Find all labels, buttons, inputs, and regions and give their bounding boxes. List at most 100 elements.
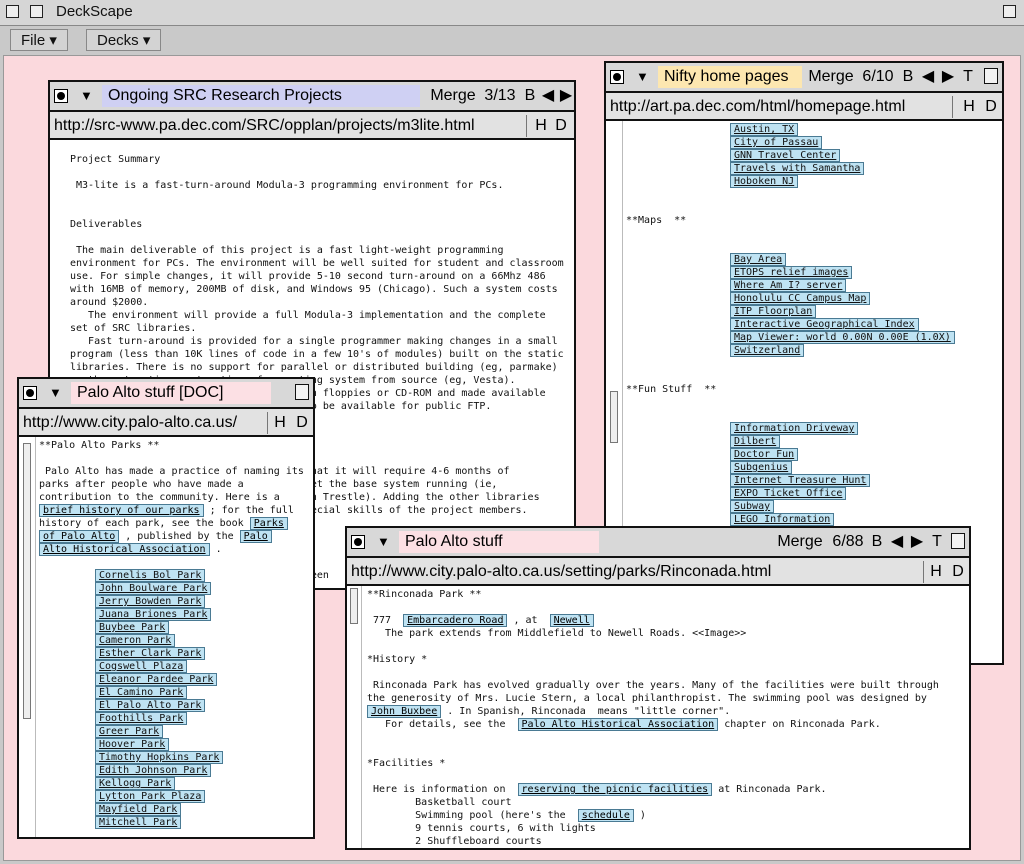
park-link[interactable]: Eleanor Pardee Park <box>95 673 218 686</box>
bookmark-button[interactable]: B <box>869 531 885 553</box>
link[interactable]: Embarcadero Road <box>403 614 508 627</box>
deck-title[interactable]: Palo Alto stuff [DOC] <box>71 382 271 404</box>
forward-arrow-icon[interactable]: ▶ <box>909 531 925 553</box>
link[interactable]: Subgenius <box>730 461 793 474</box>
link[interactable]: ITP Floorplan <box>730 305 817 318</box>
scrollbar-thumb[interactable] <box>610 391 618 443</box>
window-maximize-button[interactable] <box>1003 5 1016 18</box>
link[interactable]: Where Am I? server <box>730 279 847 292</box>
back-arrow-icon[interactable]: ◀ <box>920 66 936 88</box>
link[interactable]: Newell <box>549 614 594 627</box>
home-button[interactable]: H <box>271 412 289 434</box>
link[interactable]: LEGO Information <box>730 513 835 526</box>
merge-button[interactable]: Merge <box>804 66 858 88</box>
home-button[interactable]: H <box>532 115 550 137</box>
back-arrow-icon[interactable]: ◀ <box>889 531 905 553</box>
link[interactable]: Bay Area <box>730 253 787 266</box>
forward-arrow-icon[interactable]: ▶ <box>940 66 956 88</box>
link[interactable]: Dilbert <box>730 435 781 448</box>
link[interactable]: John Buxbee <box>367 705 442 718</box>
park-link[interactable]: Jerry Bowden Park <box>95 595 206 608</box>
expand-icon[interactable] <box>951 533 965 549</box>
expand-icon[interactable] <box>295 384 309 400</box>
deck-title[interactable]: Ongoing SRC Research Projects <box>102 85 420 107</box>
merge-button[interactable]: Merge <box>773 531 827 553</box>
deck-title[interactable]: Palo Alto stuff <box>399 531 599 553</box>
park-link[interactable]: Cornelis Bol Park <box>95 569 206 582</box>
park-link[interactable]: Greer Park <box>95 725 164 738</box>
park-link[interactable]: Edith Johnson Park <box>95 764 212 777</box>
link[interactable]: Honolulu CC Campus Map <box>730 292 871 305</box>
scrollbar[interactable] <box>19 437 36 837</box>
park-link[interactable]: Cameron Park <box>95 634 176 647</box>
url-field[interactable]: http://src-www.pa.dec.com/SRC/opplan/pro… <box>54 115 527 137</box>
back-arrow-icon[interactable]: ◀ <box>540 85 556 107</box>
close-deck-icon[interactable] <box>351 535 365 549</box>
window-menu-button[interactable] <box>6 5 19 18</box>
link[interactable]: Map Viewer: world 0.00N 0.00E (1.0X) <box>730 331 955 344</box>
home-button[interactable]: H <box>927 561 945 583</box>
forward-arrow-icon[interactable]: ▶ <box>558 85 574 107</box>
link[interactable]: Information Driveway <box>730 422 859 435</box>
link[interactable]: Austin, TX <box>730 123 799 136</box>
deck-title[interactable]: Nifty home pages <box>658 66 802 88</box>
park-link[interactable]: Mayfield Park <box>95 803 182 816</box>
merge-button[interactable]: Merge <box>426 85 480 107</box>
link[interactable]: GNN Travel Center <box>730 149 841 162</box>
link[interactable]: Interactive Geographical Index <box>730 318 919 331</box>
toggle-button[interactable]: T <box>929 531 945 553</box>
link[interactable]: Hoboken NJ <box>730 175 799 188</box>
decks-menu[interactable]: Decks ▾ <box>86 29 162 51</box>
duplicate-button[interactable]: D <box>552 115 570 137</box>
expand-icon[interactable] <box>984 68 998 84</box>
deck-menu-icon[interactable]: ▼ <box>377 534 390 549</box>
deck-window-palo[interactable]: ▼ Palo Alto stuff Merge 6/88 B ◀ ▶ T htt… <box>345 526 971 850</box>
link[interactable]: Doctor Fun <box>730 448 799 461</box>
duplicate-button[interactable]: D <box>949 561 967 583</box>
toggle-button[interactable]: T <box>960 66 976 88</box>
park-link[interactable]: Lytton Park Plaza <box>95 790 206 803</box>
link[interactable]: schedule <box>577 809 634 822</box>
deck-window-palo-doc[interactable]: ▼ Palo Alto stuff [DOC] http://www.city.… <box>17 377 315 839</box>
park-link[interactable]: Timothy Hopkins Park <box>95 751 224 764</box>
link[interactable]: Subway <box>730 500 775 513</box>
url-field[interactable]: http://www.city.palo-alto.ca.us/ <box>23 412 268 434</box>
bookmark-button[interactable]: B <box>900 66 916 88</box>
window-minimize-button[interactable] <box>30 5 43 18</box>
park-link[interactable]: Foothills Park <box>95 712 188 725</box>
link[interactable]: City of Passau <box>730 136 823 149</box>
link[interactable]: reserving the picnic facilities <box>517 783 713 796</box>
park-link[interactable]: Juana Briones Park <box>95 608 212 621</box>
park-link[interactable]: Esther Clark Park <box>95 647 206 660</box>
close-deck-icon[interactable] <box>610 70 624 84</box>
link[interactable]: Travels with Samantha <box>730 162 865 175</box>
file-menu[interactable]: File ▾ <box>10 29 68 51</box>
park-link[interactable]: Hoover Park <box>95 738 170 751</box>
link[interactable]: Palo <box>239 530 272 543</box>
park-link[interactable]: El Palo Alto Park <box>95 699 206 712</box>
deck-menu-icon[interactable]: ▼ <box>80 88 93 103</box>
home-button[interactable]: H <box>960 96 978 118</box>
scrollbar-thumb[interactable] <box>23 443 31 719</box>
duplicate-button[interactable]: D <box>293 412 311 434</box>
link[interactable]: ETOPS relief images <box>730 266 853 279</box>
link[interactable]: of Palo Alto <box>39 530 120 543</box>
link[interactable]: Internet Treasure Hunt <box>730 474 871 487</box>
park-link[interactable]: Cogswell Plaza <box>95 660 188 673</box>
url-field[interactable]: http://www.city.palo-alto.ca.us/setting/… <box>351 561 924 583</box>
close-deck-icon[interactable] <box>54 89 68 103</box>
close-deck-icon[interactable] <box>23 386 37 400</box>
deck-menu-icon[interactable]: ▼ <box>636 69 649 84</box>
scrollbar-thumb[interactable] <box>350 588 358 624</box>
deck-menu-icon[interactable]: ▼ <box>49 385 62 400</box>
link[interactable]: Parks <box>249 517 288 530</box>
bookmark-button[interactable]: B <box>522 85 538 107</box>
link[interactable]: Switzerland <box>730 344 805 357</box>
link[interactable]: brief history of our parks <box>39 504 204 517</box>
url-field[interactable]: http://art.pa.dec.com/html/homepage.html <box>610 96 953 118</box>
park-link[interactable]: John Boulware Park <box>95 582 212 595</box>
duplicate-button[interactable]: D <box>982 96 1000 118</box>
scrollbar[interactable] <box>347 586 362 848</box>
link[interactable]: Palo Alto Historical Association <box>517 718 719 731</box>
park-link[interactable]: El Camino Park <box>95 686 188 699</box>
